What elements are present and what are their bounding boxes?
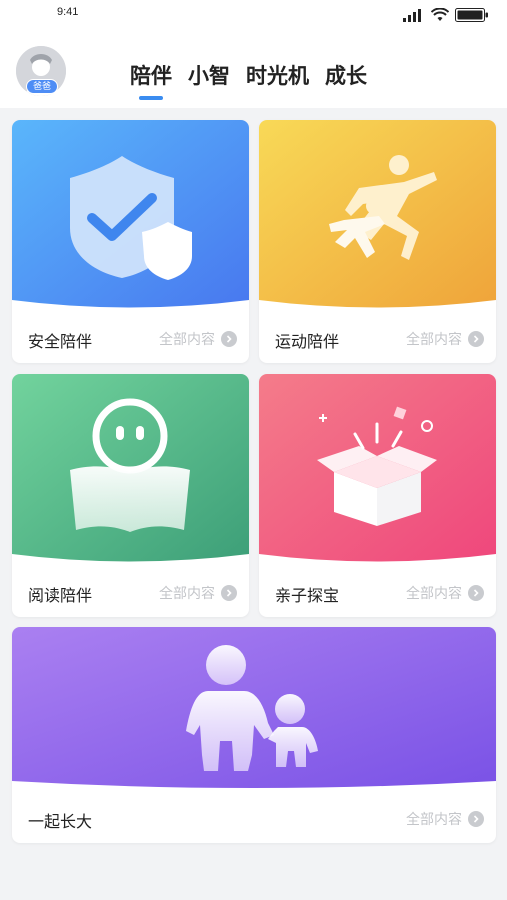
chevron-right-icon xyxy=(468,331,484,347)
status-bar: 9:41 xyxy=(0,0,507,30)
card-title: 安全陪伴 xyxy=(28,332,93,351)
see-all-link[interactable]: 全部内容 xyxy=(406,809,484,829)
see-all-label: 全部内容 xyxy=(406,812,462,828)
card-title: 亲子探宝 xyxy=(275,586,340,605)
card-footer: 一起长大 全部内容 xyxy=(12,795,496,843)
status-icons xyxy=(403,8,489,22)
card-title: 运动陪伴 xyxy=(275,332,340,351)
see-all-label: 全部内容 xyxy=(406,586,462,602)
see-all-label: 全部内容 xyxy=(159,586,215,602)
card-footer: 阅读陪伴 全部内容 xyxy=(12,569,249,617)
see-all-link[interactable]: 全部内容 xyxy=(159,329,237,349)
card-grow-together[interactable]: 一起长大 全部内容 xyxy=(12,627,496,843)
chevron-right-icon xyxy=(468,585,484,601)
tab-time-machine[interactable]: 时光机 xyxy=(246,60,309,90)
card-reading[interactable]: 阅读陪伴 全部内容 xyxy=(12,374,249,617)
card-footer: 安全陪伴 全部内容 xyxy=(12,315,249,363)
card-reading-banner xyxy=(12,374,249,562)
main-tabs: 陪伴 小智 时光机 成长 xyxy=(130,60,383,90)
see-all-label: 全部内容 xyxy=(406,332,462,348)
card-footer: 运动陪伴 全部内容 xyxy=(259,315,496,363)
avatar-role-badge: 爸爸 xyxy=(26,79,58,94)
signal-icon xyxy=(403,9,421,22)
card-treasure-banner xyxy=(259,374,496,562)
wifi-icon xyxy=(431,8,449,21)
card-title: 阅读陪伴 xyxy=(28,586,93,605)
see-all-link[interactable]: 全部内容 xyxy=(406,583,484,603)
card-safety[interactable]: 安全陪伴 全部内容 xyxy=(12,120,249,363)
tab-xiaozhi[interactable]: 小智 xyxy=(188,60,230,90)
card-grow-banner xyxy=(12,627,496,788)
chevron-right-icon xyxy=(221,331,237,347)
chevron-right-icon xyxy=(221,585,237,601)
battery-icon xyxy=(455,8,488,22)
card-sports-banner xyxy=(259,120,496,308)
tab-companion[interactable]: 陪伴 xyxy=(130,60,172,90)
see-all-label: 全部内容 xyxy=(159,332,215,348)
card-footer: 亲子探宝 全部内容 xyxy=(259,569,496,617)
card-title: 一起长大 xyxy=(28,812,93,831)
see-all-link[interactable]: 全部内容 xyxy=(159,583,237,603)
card-safety-banner xyxy=(12,120,249,308)
chevron-right-icon xyxy=(468,811,484,827)
tab-growth[interactable]: 成长 xyxy=(325,60,367,90)
top-header: 爸爸 陪伴 小智 时光机 成长 xyxy=(0,30,507,108)
card-sports[interactable]: 运动陪伴 全部内容 xyxy=(259,120,496,363)
card-treasure[interactable]: 亲子探宝 全部内容 xyxy=(259,374,496,617)
see-all-link[interactable]: 全部内容 xyxy=(406,329,484,349)
status-time: 9:41 xyxy=(57,6,79,18)
